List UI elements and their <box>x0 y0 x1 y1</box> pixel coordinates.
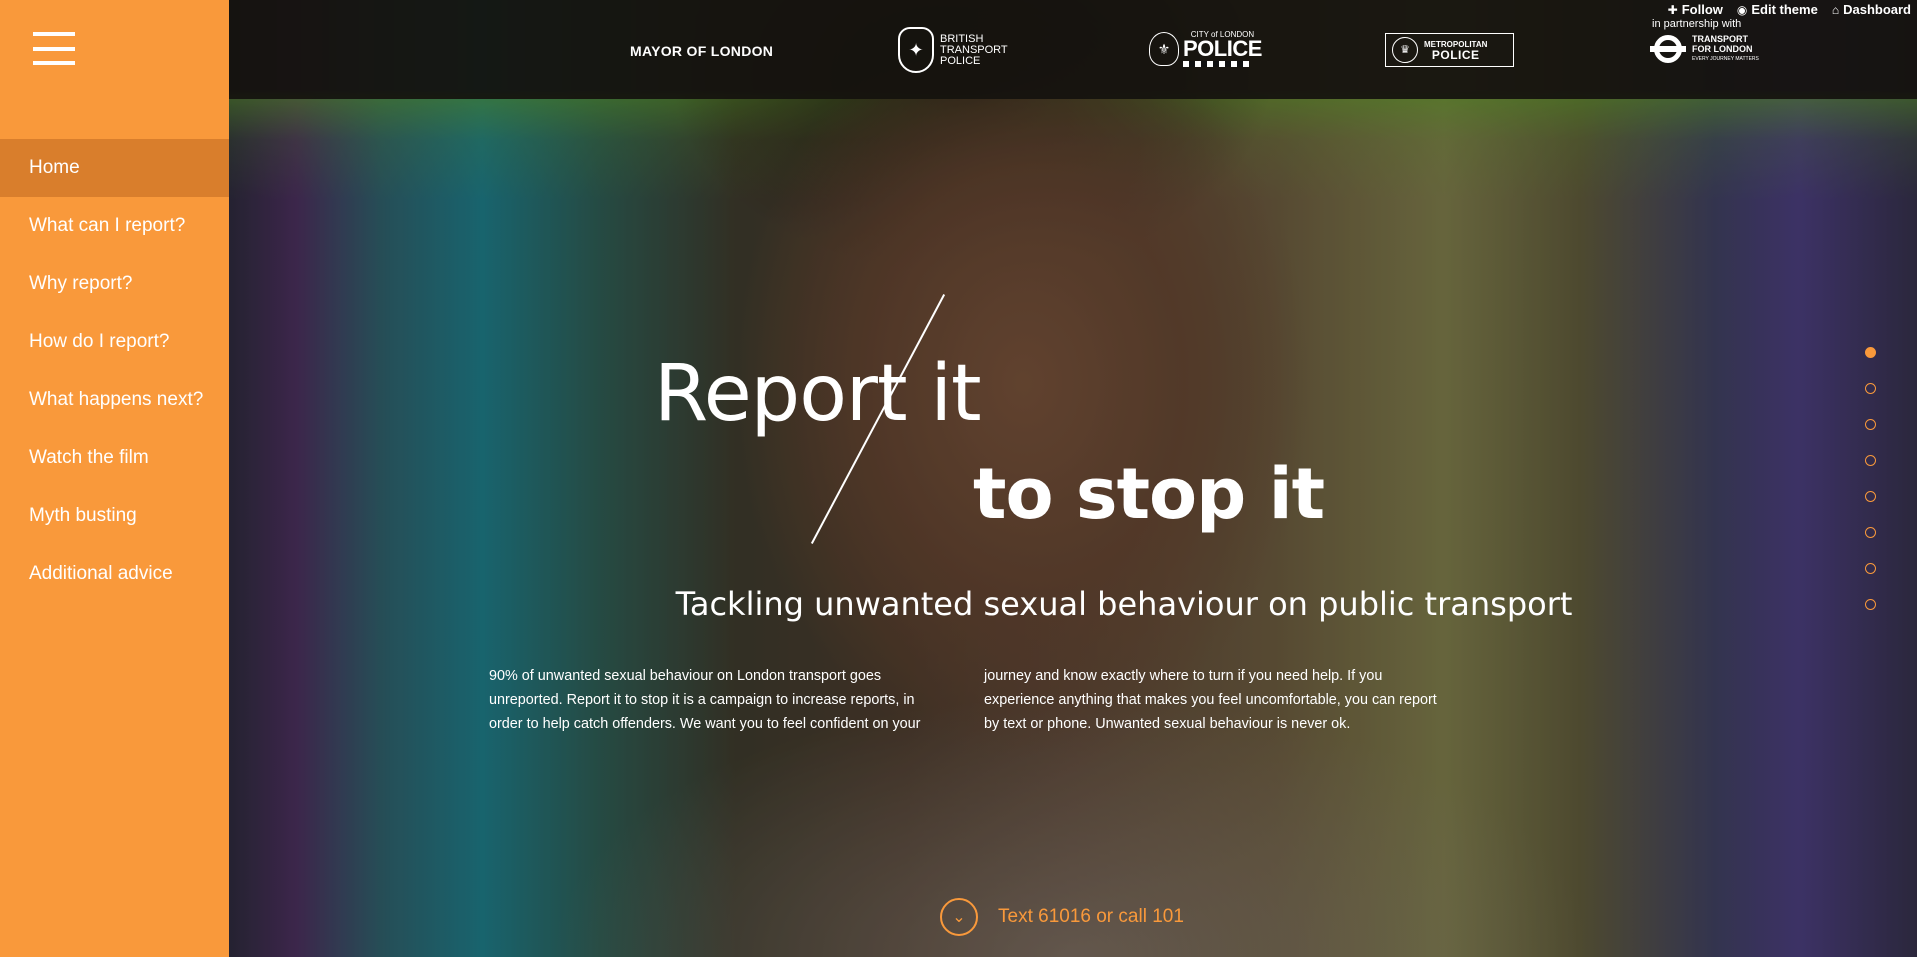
mayor-of-london-logo: MAYOR OF LONDON <box>630 43 774 59</box>
crest-icon: ♛ <box>1392 37 1418 63</box>
sidebar-item-myth-busting[interactable]: Myth busting <box>0 487 229 545</box>
slide-dot-8[interactable] <box>1865 599 1876 610</box>
sidebar-item-what-happens-next[interactable]: What happens next? <box>0 371 229 429</box>
eye-icon: ◉ <box>1736 2 1748 17</box>
sidebar-item-additional-advice[interactable]: Additional advice <box>0 545 229 603</box>
sidebar-item-home[interactable]: Home <box>0 139 229 197</box>
chevron-down-icon[interactable]: ⌄ <box>940 898 978 936</box>
sidebar: Home What can I report? Why report? How … <box>0 0 229 957</box>
report-cta-label[interactable]: Text 61016 or call 101 <box>998 906 1184 928</box>
sidebar-item-watch-the-film[interactable]: Watch the film <box>0 429 229 487</box>
sidebar-nav: Home What can I report? Why report? How … <box>0 139 229 603</box>
transport-for-london-logo: TRANSPORT FOR LONDON EVERY JOURNEY MATTE… <box>1650 34 1759 64</box>
slide-dot-1[interactable] <box>1865 347 1876 358</box>
slide-dot-5[interactable] <box>1865 491 1876 502</box>
roundel-icon <box>1650 34 1686 64</box>
edit-theme-button[interactable]: ◉ Edit theme <box>1737 2 1818 17</box>
hamburger-icon[interactable] <box>33 32 75 66</box>
slide-dots <box>1865 347 1877 635</box>
plus-icon: ✚ <box>1667 2 1678 17</box>
sidebar-item-why-report[interactable]: Why report? <box>0 255 229 313</box>
metropolitan-police-logo: ♛ METROPOLITAN POLICE <box>1385 33 1514 67</box>
city-of-london-police-logo: ⚜ CITY of LONDON POLICE <box>1149 30 1262 67</box>
report-cta[interactable]: ⌄ Text 61016 or call 101 <box>940 898 1184 936</box>
sidebar-item-how-do-i-report[interactable]: How do I report? <box>0 313 229 371</box>
home-icon: ⌂ <box>1831 2 1840 17</box>
slide-dot-3[interactable] <box>1865 419 1876 430</box>
slide-dot-2[interactable] <box>1865 383 1876 394</box>
admin-bar: ✚ Follow ◉ Edit theme ⌂ Dashboard <box>1668 2 1911 17</box>
follow-button[interactable]: ✚ Follow <box>1668 2 1723 17</box>
partnership-label: in partnership with <box>1652 18 1742 30</box>
crest-icon: ✦ <box>898 27 934 73</box>
slide-dot-4[interactable] <box>1865 455 1876 466</box>
headline-report-it: Report it <box>654 349 982 439</box>
hero-intro-text: 90% of unwanted sexual behaviour on Lond… <box>489 668 1437 732</box>
crest-icon: ⚜ <box>1149 31 1179 66</box>
dashboard-button[interactable]: ⌂ Dashboard <box>1832 2 1911 17</box>
sidebar-item-what-can-i-report[interactable]: What can I report? <box>0 197 229 255</box>
partner-logo-bar: MAYOR OF LONDON ✦ BRITISH TRANSPORT POLI… <box>229 0 1917 99</box>
hero: MAYOR OF LONDON ✦ BRITISH TRANSPORT POLI… <box>229 0 1917 957</box>
headline-to-stop-it: to stop it <box>973 453 1325 535</box>
slide-dot-7[interactable] <box>1865 563 1876 574</box>
slide-dot-6[interactable] <box>1865 527 1876 538</box>
hero-subtitle: Tackling unwanted sexual behaviour on pu… <box>675 585 1573 623</box>
british-transport-police-logo: ✦ BRITISH TRANSPORT POLICE <box>898 24 1008 76</box>
